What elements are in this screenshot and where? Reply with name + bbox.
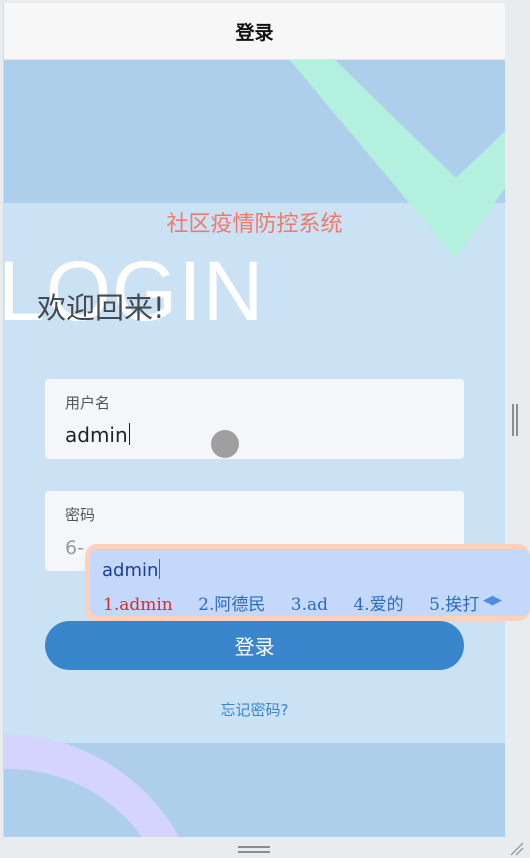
footer-background xyxy=(4,743,505,837)
ime-composition: admin xyxy=(102,559,161,581)
ime-candidate[interactable]: 4.爱的 xyxy=(353,595,403,615)
ime-candidate[interactable]: 2.阿德民 xyxy=(198,595,265,615)
resize-corner-icon[interactable] xyxy=(508,840,524,856)
ime-candidate-window: admin 1.admin 2.阿德民 3.ad 4.爱的 5.挨打 ◀▶ xyxy=(85,544,530,621)
header-background xyxy=(4,59,505,206)
username-label: 用户名 xyxy=(65,394,111,412)
page-title: 登录 xyxy=(235,21,274,44)
system-title: 社区疫情防控系统 xyxy=(166,212,343,237)
title-bar: 登录 xyxy=(4,3,505,60)
forgot-password-link[interactable]: 忘记密码? xyxy=(4,699,505,720)
password-input[interactable]: 6- xyxy=(65,537,84,559)
ime-panel: admin 1.admin 2.阿德民 3.ad 4.爱的 5.挨打 ◀▶ xyxy=(90,549,530,616)
username-field[interactable]: 用户名 admin xyxy=(45,379,464,459)
side-resize-handle[interactable] xyxy=(510,404,520,436)
ime-candidate[interactable]: 5.挨打 xyxy=(429,595,479,615)
app-window: 登录 社区疫情防控系统 LOGIN 欢迎回来! 用户名 admin 密码 6- … xyxy=(3,3,505,837)
username-input[interactable]: admin xyxy=(65,423,130,447)
ime-candidate[interactable]: 3.ad xyxy=(291,595,328,615)
touch-indicator xyxy=(211,430,239,458)
ime-caret xyxy=(159,559,161,579)
text-caret xyxy=(128,423,130,445)
welcome-heading: 欢迎回来! xyxy=(37,291,165,325)
ime-candidate[interactable]: 1.admin xyxy=(103,595,173,615)
ime-candidate-list: 1.admin 2.阿德民 3.ad 4.爱的 5.挨打 xyxy=(103,590,499,615)
login-button[interactable]: 登录 xyxy=(45,621,464,670)
password-label: 密码 xyxy=(65,506,96,524)
bottom-resize-handle[interactable] xyxy=(238,845,270,855)
ime-page-arrows-icon[interactable]: ◀▶ xyxy=(483,593,502,608)
